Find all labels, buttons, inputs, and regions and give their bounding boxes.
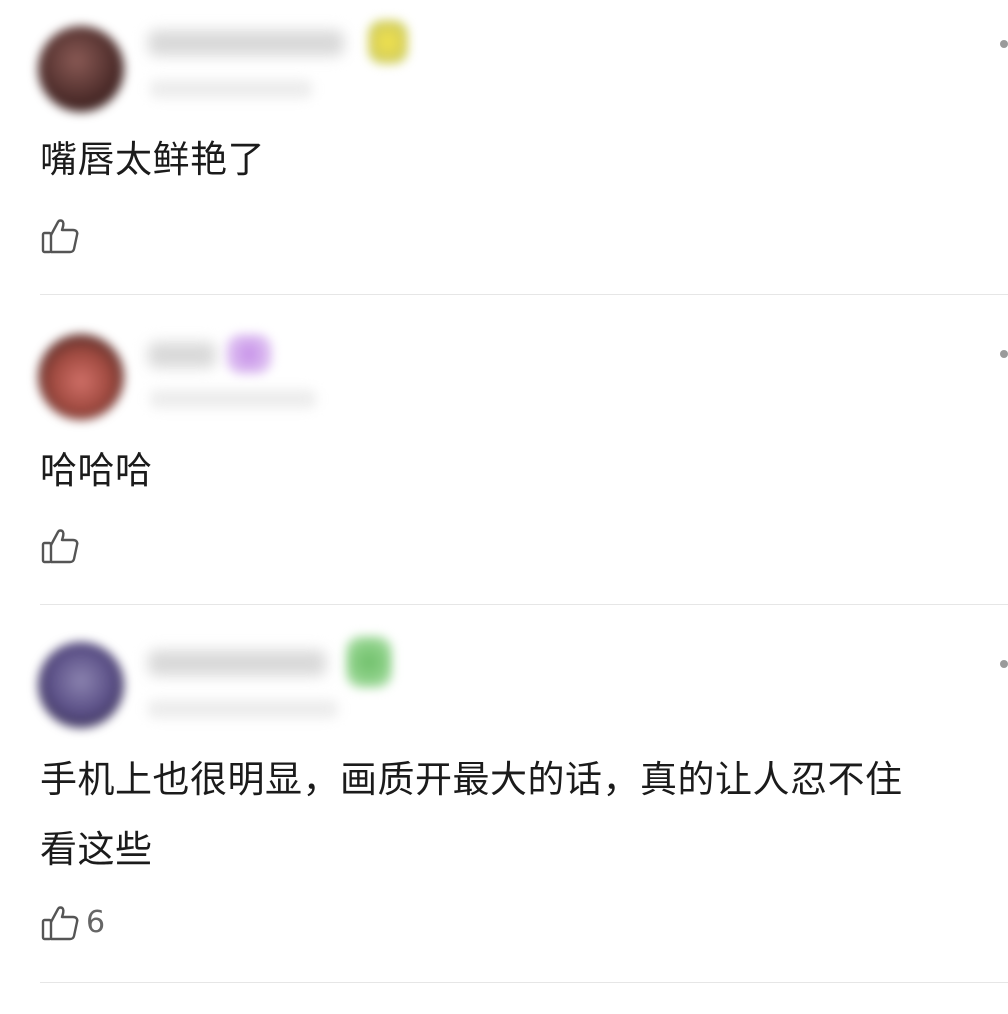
divider bbox=[40, 294, 1008, 295]
comment-text: 哈哈哈 bbox=[40, 449, 153, 492]
thumbs-up-icon bbox=[40, 903, 80, 943]
avatar[interactable] bbox=[38, 334, 124, 420]
comment-meta-blurred bbox=[150, 80, 312, 98]
user-badge-icon bbox=[226, 334, 272, 374]
like-button[interactable]: 6 bbox=[40, 901, 105, 945]
username-blurred[interactable] bbox=[148, 30, 344, 56]
user-badge-icon bbox=[346, 636, 392, 688]
divider bbox=[40, 982, 1008, 983]
more-options-icon[interactable] bbox=[1000, 40, 1008, 48]
thumbs-up-icon bbox=[40, 526, 80, 566]
like-button[interactable] bbox=[40, 524, 86, 568]
avatar[interactable] bbox=[38, 642, 124, 728]
divider bbox=[40, 604, 1008, 605]
like-button[interactable] bbox=[40, 214, 86, 258]
comment-text-line-1: 手机上也很明显，画质开最大的话，真的让人忍不住 bbox=[40, 758, 903, 801]
user-badge-icon bbox=[368, 20, 408, 64]
comment-text: 嘴唇太鲜艳了 bbox=[40, 138, 265, 181]
comment-meta-blurred bbox=[150, 390, 316, 408]
more-options-icon[interactable] bbox=[1000, 350, 1008, 358]
more-options-icon[interactable] bbox=[1000, 660, 1008, 668]
avatar[interactable] bbox=[38, 26, 124, 112]
username-blurred[interactable] bbox=[148, 342, 216, 368]
comment-text-line-2: 看这些 bbox=[40, 828, 153, 871]
comment-meta-blurred bbox=[148, 700, 338, 718]
like-count: 6 bbox=[86, 905, 106, 940]
thumbs-up-icon bbox=[40, 216, 80, 256]
username-blurred[interactable] bbox=[148, 650, 326, 676]
